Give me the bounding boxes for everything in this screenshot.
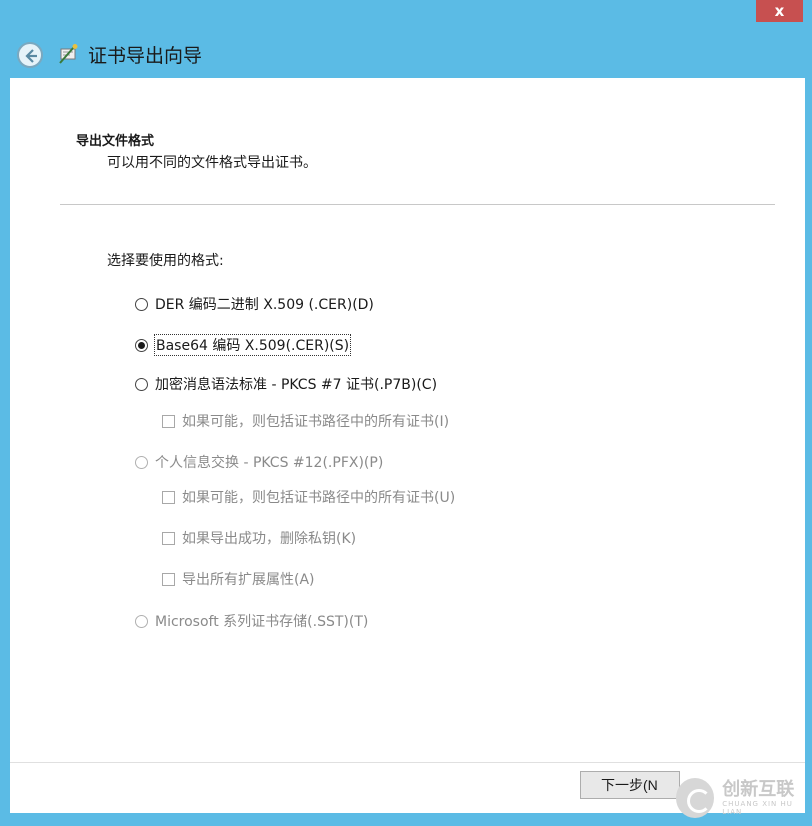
watermark-subtext: CHUANG XIN HU LIAN [722,800,793,816]
watermark-logo-icon [676,778,715,818]
checkbox-export-extended-properties[interactable] [162,572,175,586]
back-arrow-icon[interactable] [17,42,43,68]
watermark-text: 创新互联 [722,779,795,800]
radio-base64[interactable] [135,338,148,352]
radio-der[interactable] [135,297,148,311]
option-pkcs12[interactable]: 个人信息交换 - PKCS #12(.PFX)(P) [135,452,383,472]
watermark: 创新互联 CHUANG XIN HU LIAN [672,770,812,826]
radio-sst[interactable] [135,614,148,628]
wizard-content: 导出文件格式 可以用不同的文件格式导出证书。 选择要使用的格式: DER 编码二… [10,78,805,813]
next-button[interactable]: 下一步(N [580,771,680,799]
option-der-label: DER 编码二进制 X.509 (.CER)(D) [155,297,374,313]
close-button[interactable]: x [756,0,803,22]
footer-divider [10,762,805,763]
option-der[interactable]: DER 编码二进制 X.509 (.CER)(D) [135,294,374,314]
option-pkcs7-include-all[interactable]: 如果可能，则包括证书路径中的所有证书(I) [162,411,449,431]
option-pkcs7-label: 加密消息语法标准 - PKCS #7 证书(.P7B)(C) [155,377,438,393]
checkbox-pkcs12-include-all[interactable] [162,490,175,504]
option-pkcs12-include-all-label: 如果可能，则包括证书路径中的所有证书(U) [182,490,456,506]
checkbox-pkcs7-include-all[interactable] [162,414,175,428]
radio-pkcs7[interactable] [135,377,148,391]
option-pkcs7-include-all-label: 如果可能，则包括证书路径中的所有证书(I) [182,414,450,430]
option-export-extended-properties[interactable]: 导出所有扩展属性(A) [162,569,315,589]
option-sst-label: Microsoft 系列证书存储(.SST)(T) [155,614,369,630]
wizard-title: 证书导出向导 [88,45,203,67]
divider [60,204,775,205]
option-sst[interactable]: Microsoft 系列证书存储(.SST)(T) [135,611,368,631]
option-pkcs7[interactable]: 加密消息语法标准 - PKCS #7 证书(.P7B)(C) [135,374,437,394]
option-delete-private-key[interactable]: 如果导出成功，删除私钥(K) [162,528,356,548]
checkbox-delete-private-key[interactable] [162,531,175,545]
section-description: 可以用不同的文件格式导出证书。 [107,155,317,171]
option-base64[interactable]: Base64 编码 X.509(.CER)(S) [135,334,352,356]
radio-pkcs12[interactable] [135,455,148,469]
format-prompt: 选择要使用的格式: [107,253,224,269]
wizard-header: 证书导出向导 [8,30,804,78]
option-pkcs12-label: 个人信息交换 - PKCS #12(.PFX)(P) [155,455,384,471]
option-export-extended-properties-label: 导出所有扩展属性(A) [182,572,315,588]
option-base64-label: Base64 编码 X.509(.CER)(S) [153,334,352,356]
option-pkcs12-include-all[interactable]: 如果可能，则包括证书路径中的所有证书(U) [162,487,455,507]
close-icon: x [774,2,785,20]
wizard-window: x 证书导出向导 导出文件格式 可以用不同的文件格式导出证书。 选择要使用的格式… [0,0,812,826]
section-heading: 导出文件格式 [76,134,155,149]
option-delete-private-key-label: 如果导出成功，删除私钥(K) [182,531,357,547]
certificate-wizard-icon [58,43,80,65]
